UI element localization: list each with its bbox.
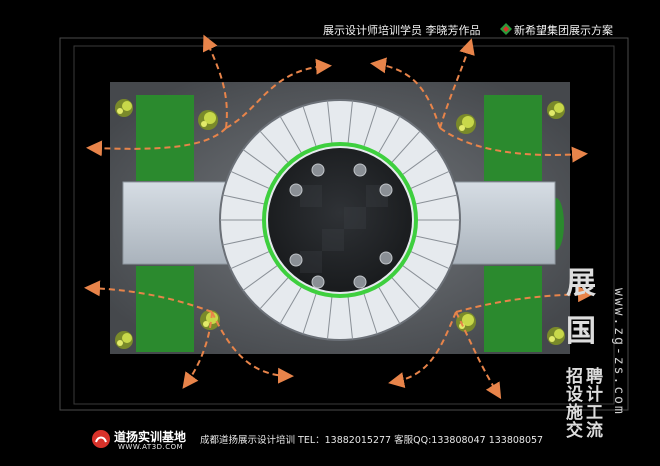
brand-logo-icon	[500, 23, 512, 35]
watermark-char: 交	[566, 421, 583, 441]
stool-icon	[311, 163, 325, 177]
header-caption: 展示设计师培训学员 李晓芳作品 新希望集团展示方案	[0, 20, 660, 38]
pavilion-inner-area	[268, 148, 412, 292]
stool-icon	[353, 275, 367, 289]
brand-name: 新希望集团展示方案	[514, 24, 613, 37]
school-url: WWW.AT3D.COM	[118, 443, 184, 451]
plant-icon	[547, 327, 565, 345]
plant-icon	[115, 99, 133, 117]
stool-icon	[379, 251, 393, 265]
plant-icon	[115, 331, 133, 349]
stool-icon	[289, 183, 303, 197]
stool-icon	[289, 253, 303, 267]
green-panel-bottom-right	[484, 266, 542, 352]
green-panel-top-right	[484, 95, 542, 181]
school-logo-icon	[92, 430, 110, 448]
watermark-char: 国	[566, 314, 596, 349]
watermark-url: www.zg-zs.com	[611, 288, 626, 416]
watermark-char: 流	[586, 421, 603, 441]
booth-plan-view	[59, 34, 629, 411]
footer: 道扬实训基地 WWW.AT3D.COM 成都道扬展示设计培训 TEL：13882…	[0, 424, 660, 454]
contact-info: 成都道扬展示设计培训 TEL：13882015277 客服QQ:13380804…	[200, 435, 544, 446]
designer-credit: 展示设计师培训学员 李晓芳作品	[323, 24, 481, 37]
plant-icon	[198, 110, 218, 130]
green-panel-top-left	[136, 95, 194, 181]
green-panel-bottom-left	[136, 266, 194, 352]
plant-icon	[456, 114, 476, 134]
stool-icon	[353, 163, 367, 177]
plant-icon	[456, 312, 476, 332]
stool-icon	[379, 183, 393, 197]
plant-icon	[547, 101, 565, 119]
stool-icon	[311, 275, 325, 289]
watermark-char: 展	[566, 266, 596, 301]
